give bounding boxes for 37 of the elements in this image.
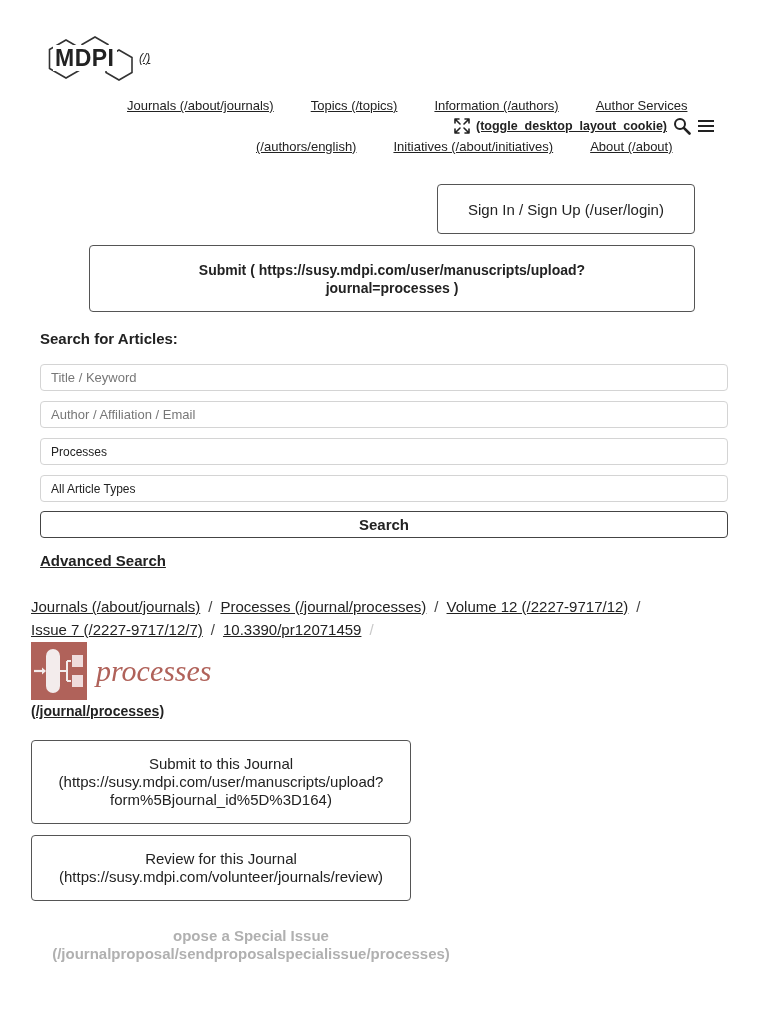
menu-icon[interactable] — [697, 117, 715, 135]
journal-name: processes — [96, 654, 212, 688]
breadcrumb-link[interactable]: Issue 7 (/2227-9717/12/7) — [31, 618, 203, 641]
advanced-search-link[interactable]: Advanced Search — [40, 552, 166, 569]
breadcrumb-separator: / — [208, 597, 213, 617]
sign-in-button[interactable]: Sign In / Sign Up (/user/login) — [437, 184, 695, 234]
layout-toggle-link[interactable]: (toggle_desktop_layout_cookie) — [453, 117, 667, 135]
search-icon[interactable] — [673, 117, 691, 135]
mdpi-logo[interactable]: MDPI — [48, 35, 138, 81]
dropdown-field[interactable]: Processes — [40, 438, 728, 465]
breadcrumb-separator: / — [210, 620, 215, 640]
search-heading: Search for Articles: — [40, 331, 179, 347]
journal-logo-icon[interactable] — [31, 642, 87, 700]
home-link[interactable]: (/) — [139, 51, 151, 65]
nav-link[interactable]: Initiatives (/about/initiatives) — [393, 138, 554, 156]
action-button[interactable]: Review for this Journal (https://susy.mdpi.com/volunteer/journals/review) — [31, 835, 411, 901]
nav-link[interactable]: Information (/authors) — [434, 97, 559, 115]
search-button[interactable]: Search — [40, 511, 728, 538]
nav-link[interactable]: (/authors/english) — [256, 138, 357, 156]
breadcrumb-separator: / — [369, 620, 374, 640]
nav-link[interactable]: Author Services — [595, 97, 688, 115]
expand-arrows-icon — [453, 117, 471, 135]
nav-link[interactable]: Topics (/topics) — [310, 97, 398, 115]
breadcrumb-link[interactable]: Volume 12 (/2227-9717/12) — [446, 595, 629, 618]
submit-manuscript-button[interactable]: Submit ( https://susy.mdpi.com/user/manuscripts/upload?journal=processes ) — [89, 245, 695, 312]
dropdown-field[interactable]: All Article Types — [40, 475, 728, 502]
nav-link[interactable]: Journals (/about/journals) — [127, 97, 274, 115]
search-input[interactable]: Author / Affiliation / Email — [40, 401, 728, 428]
journal-link[interactable]: (/journal/processes) — [31, 703, 165, 719]
breadcrumb-link[interactable]: Journals (/about/journals) — [31, 595, 201, 618]
breadcrumb-separator: / — [636, 597, 641, 617]
breadcrumb-separator: / — [434, 597, 439, 617]
nav-link[interactable]: About (/about) — [590, 138, 673, 156]
search-input[interactable]: Title / Keyword — [40, 364, 728, 391]
breadcrumb-link[interactable]: Processes (/journal/processes) — [220, 595, 427, 618]
breadcrumb-link[interactable]: 10.3390/pr12071459 — [222, 618, 362, 641]
action-button[interactable]: Submit to this Journal (https://susy.mdpi.com/user/manuscripts/upload?form%5Bjournal_id%5D%3D164) — [31, 740, 411, 824]
